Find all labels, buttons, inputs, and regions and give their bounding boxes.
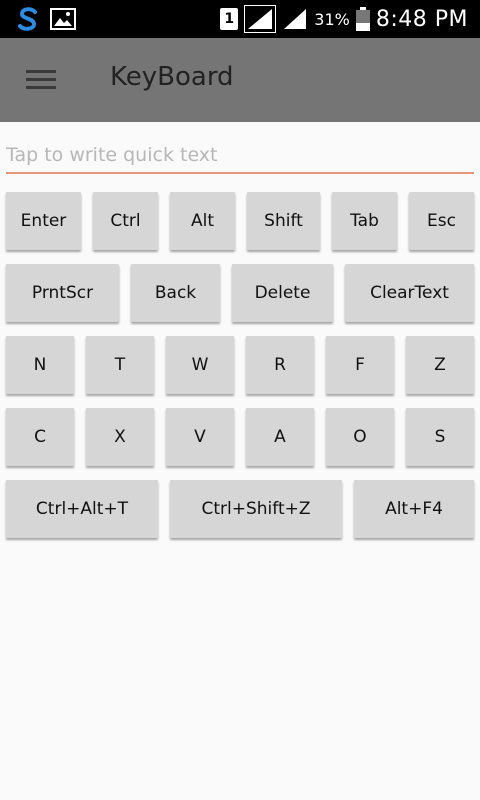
- key-ctrl-shift-z[interactable]: Ctrl+Shift+Z: [170, 480, 342, 538]
- app-bar: KeyBoard: [0, 38, 480, 122]
- key-back[interactable]: Back: [131, 264, 220, 322]
- key-ctrl[interactable]: Ctrl: [93, 192, 158, 250]
- key-prntscr[interactable]: PrntScr: [6, 264, 119, 322]
- app-title: KeyBoard: [110, 62, 234, 92]
- key-s[interactable]: S: [406, 408, 474, 466]
- key-o[interactable]: O: [326, 408, 394, 466]
- key-v[interactable]: V: [166, 408, 234, 466]
- clock: 8:48 PM: [375, 6, 468, 32]
- key-delete[interactable]: Delete: [232, 264, 333, 322]
- battery-icon: [355, 7, 370, 31]
- key-ctrl-alt-t[interactable]: Ctrl+Alt+T: [6, 480, 158, 538]
- skype-icon: [18, 7, 37, 31]
- key-shift[interactable]: Shift: [247, 192, 320, 250]
- key-cleartext[interactable]: ClearText: [345, 264, 474, 322]
- key-alt-f4[interactable]: Alt+F4: [354, 480, 474, 538]
- key-a[interactable]: A: [246, 408, 314, 466]
- key-z[interactable]: Z: [406, 336, 474, 394]
- key-alt[interactable]: Alt: [170, 192, 235, 250]
- key-c[interactable]: C: [6, 408, 74, 466]
- sim-icon: 1: [220, 8, 239, 30]
- gallery-icon: [50, 8, 76, 30]
- key-enter[interactable]: Enter: [6, 192, 81, 250]
- signal-icon: [284, 9, 307, 29]
- key-n[interactable]: N: [6, 336, 74, 394]
- key-tab[interactable]: Tab: [332, 192, 397, 250]
- status-bar: 1 31% 8:48 PM: [0, 0, 480, 38]
- key-esc[interactable]: Esc: [409, 192, 474, 250]
- key-t[interactable]: T: [86, 336, 154, 394]
- key-f[interactable]: F: [326, 336, 394, 394]
- key-x[interactable]: X: [86, 408, 154, 466]
- key-r[interactable]: R: [246, 336, 314, 394]
- battery-percent: 31%: [314, 9, 350, 29]
- signal-icon: [244, 5, 277, 33]
- quick-text-input[interactable]: [6, 138, 474, 174]
- key-w[interactable]: W: [166, 336, 234, 394]
- hamburger-menu-icon[interactable]: [26, 68, 58, 92]
